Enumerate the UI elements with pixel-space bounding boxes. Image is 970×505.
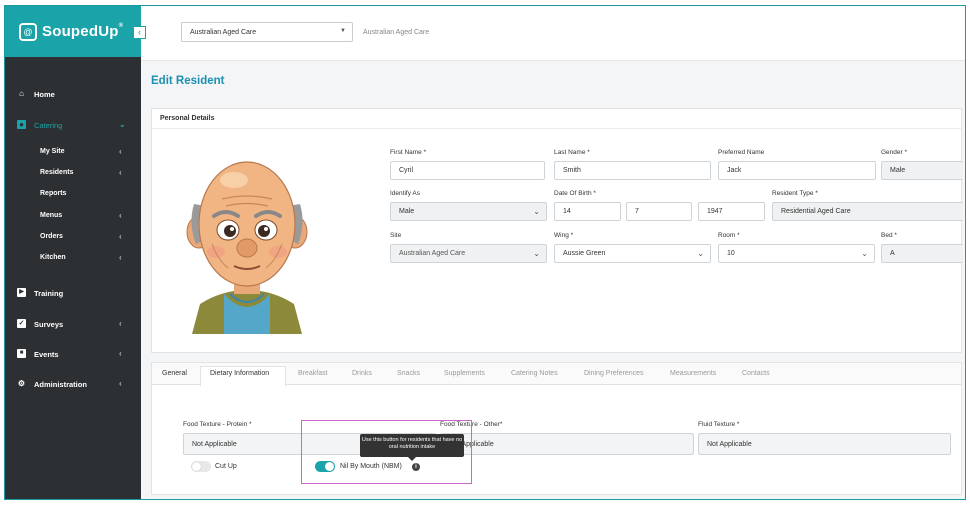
first-name-label: First Name * — [390, 149, 427, 156]
tab-measurements[interactable]: Measurements — [670, 370, 716, 377]
cut-up-toggle[interactable] — [191, 461, 211, 472]
chevron-down-icon: ⌄ — [533, 249, 540, 258]
gender-label: Gender * — [881, 149, 908, 156]
chevron-down-icon: ⌄ — [861, 249, 868, 258]
tab-bar: General Dietary Information Breakfast Dr… — [152, 363, 961, 386]
site-select[interactable]: Australian Aged Care ▼ — [181, 22, 353, 42]
first-name-field[interactable]: Cyril — [390, 161, 545, 180]
food-texture-protein-label: Food Texture - Protein * — [183, 421, 252, 428]
calendar-icon: ■ — [17, 349, 26, 358]
logo-icon: @ — [19, 23, 37, 41]
dob-day-field[interactable]: 14 — [554, 202, 621, 221]
chevron-left-icon: ‹ — [119, 253, 122, 262]
sidebar-subitem-my-site[interactable]: My Site ‹ — [5, 143, 141, 161]
sidebar: @ SoupedUp® ‹ ⌂ Home ● Catering ⌄ My Sit… — [5, 6, 146, 499]
resident-type-select[interactable]: Residential Aged Care — [772, 202, 963, 221]
fluid-texture-label: Fluid Texture * — [698, 421, 740, 428]
chevron-left-icon: ‹ — [119, 319, 122, 328]
brand-bar: @ SoupedUp® — [5, 6, 141, 57]
personal-details-card: Personal Details First Name * Cyril Last… — [151, 108, 963, 353]
resident-tabs-card: General Dietary Information Breakfast Dr… — [151, 362, 962, 495]
last-name-field[interactable]: Smith — [554, 161, 711, 180]
chevron-down-icon: ⌄ — [697, 249, 704, 258]
identify-as-label: Identify As — [390, 190, 420, 197]
chevron-left-icon: ‹ — [119, 349, 122, 358]
breadcrumb: Australian Aged Care — [363, 29, 430, 36]
nbm-tooltip: Use this button for residents that have … — [360, 434, 464, 461]
card-header: Personal Details — [152, 109, 961, 129]
tab-dining-preferences[interactable]: Dining Preferences — [584, 370, 644, 377]
tab-dietary-information[interactable]: Dietary Information — [210, 370, 269, 377]
dietary-information-panel: Food Texture - Protein * Not Applicable … — [162, 397, 953, 487]
sidebar-subitem-residents[interactable]: Residents ‹ — [5, 164, 141, 182]
chevron-left-icon: ‹ — [119, 168, 122, 177]
sidebar-subitem-menus[interactable]: Menus ‹ — [5, 207, 141, 225]
identify-as-select[interactable]: Male ⌄ — [390, 202, 547, 221]
sidebar-item-surveys[interactable]: ✓ Surveys ‹ — [5, 314, 141, 334]
topbar: Australian Aged Care ▼ Australian Aged C… — [141, 6, 965, 61]
gender-select[interactable]: Male — [881, 161, 963, 180]
clipboard-icon: ✓ — [17, 319, 26, 328]
sidebar-item-catering[interactable]: ● Catering ⌄ — [5, 115, 141, 135]
room-select[interactable]: 10 ⌄ — [718, 244, 875, 263]
tab-drinks[interactable]: Drinks — [352, 370, 372, 377]
play-icon: ▶ — [17, 288, 26, 297]
chevron-down-icon: ⌄ — [119, 120, 126, 129]
resident-avatar — [186, 161, 308, 334]
page-title: Edit Resident — [151, 75, 225, 87]
sidebar-item-administration[interactable]: ⚙ Administration ‹ — [5, 374, 141, 394]
dob-month-field[interactable]: 7 — [626, 202, 692, 221]
sidebar-subitem-orders[interactable]: Orders ‹ — [5, 228, 141, 246]
dob-label: Date Of Birth * — [554, 190, 596, 197]
sidebar-subitem-kitchen[interactable]: Kitchen ‹ — [5, 249, 141, 267]
chevron-left-icon: ‹ — [119, 211, 122, 220]
caret-down-icon: ▼ — [340, 28, 346, 34]
tab-supplements[interactable]: Supplements — [444, 370, 485, 377]
dob-year-field[interactable]: 1947 — [698, 202, 765, 221]
preferred-name-field[interactable]: Jack — [718, 161, 876, 180]
site-select-field[interactable]: Australian Aged Care ⌄ — [390, 244, 547, 263]
tab-catering-notes[interactable]: Catering Notes — [511, 370, 558, 377]
room-label: Room * — [718, 232, 740, 239]
chevron-down-icon: ⌄ — [533, 207, 540, 216]
tab-breakfast[interactable]: Breakfast — [298, 370, 328, 377]
tab-snacks[interactable]: Snacks — [397, 370, 420, 377]
resident-type-label: Resident Type * — [772, 190, 818, 197]
cut-up-label: Cut Up — [215, 463, 237, 470]
brand-name: SoupedUp® — [42, 23, 124, 40]
sidebar-item-training[interactable]: ▶ Training — [5, 283, 141, 303]
chevron-left-icon: ‹ — [119, 147, 122, 156]
food-texture-other-select[interactable]: Not Applicable — [440, 433, 694, 455]
chevron-left-icon: ‹ — [119, 232, 122, 241]
sidebar-subitem-reports[interactable]: Reports — [5, 185, 141, 203]
sidebar-item-home[interactable]: ⌂ Home — [5, 84, 141, 104]
gear-icon: ⚙ — [17, 379, 26, 388]
site-label: Site — [390, 232, 402, 239]
wing-select[interactable]: Aussie Green ⌄ — [554, 244, 711, 263]
wing-label: Wing * — [554, 232, 574, 239]
sidebar-item-events[interactable]: ■ Events ‹ — [5, 344, 141, 364]
home-icon: ⌂ — [19, 89, 24, 98]
catering-icon: ● — [17, 120, 26, 129]
tab-contacts[interactable]: Contacts — [742, 370, 770, 377]
tab-general[interactable]: General — [162, 370, 187, 377]
chevron-left-icon: ‹ — [119, 379, 122, 388]
bed-label: Bed * — [881, 232, 897, 239]
last-name-label: Last Name * — [554, 149, 590, 156]
fluid-texture-select[interactable]: Not Applicable — [698, 433, 951, 455]
preferred-name-label: Preferred Name — [718, 149, 765, 156]
bed-select[interactable]: A — [881, 244, 963, 263]
collapse-sidebar-button[interactable]: ‹ — [133, 26, 146, 39]
